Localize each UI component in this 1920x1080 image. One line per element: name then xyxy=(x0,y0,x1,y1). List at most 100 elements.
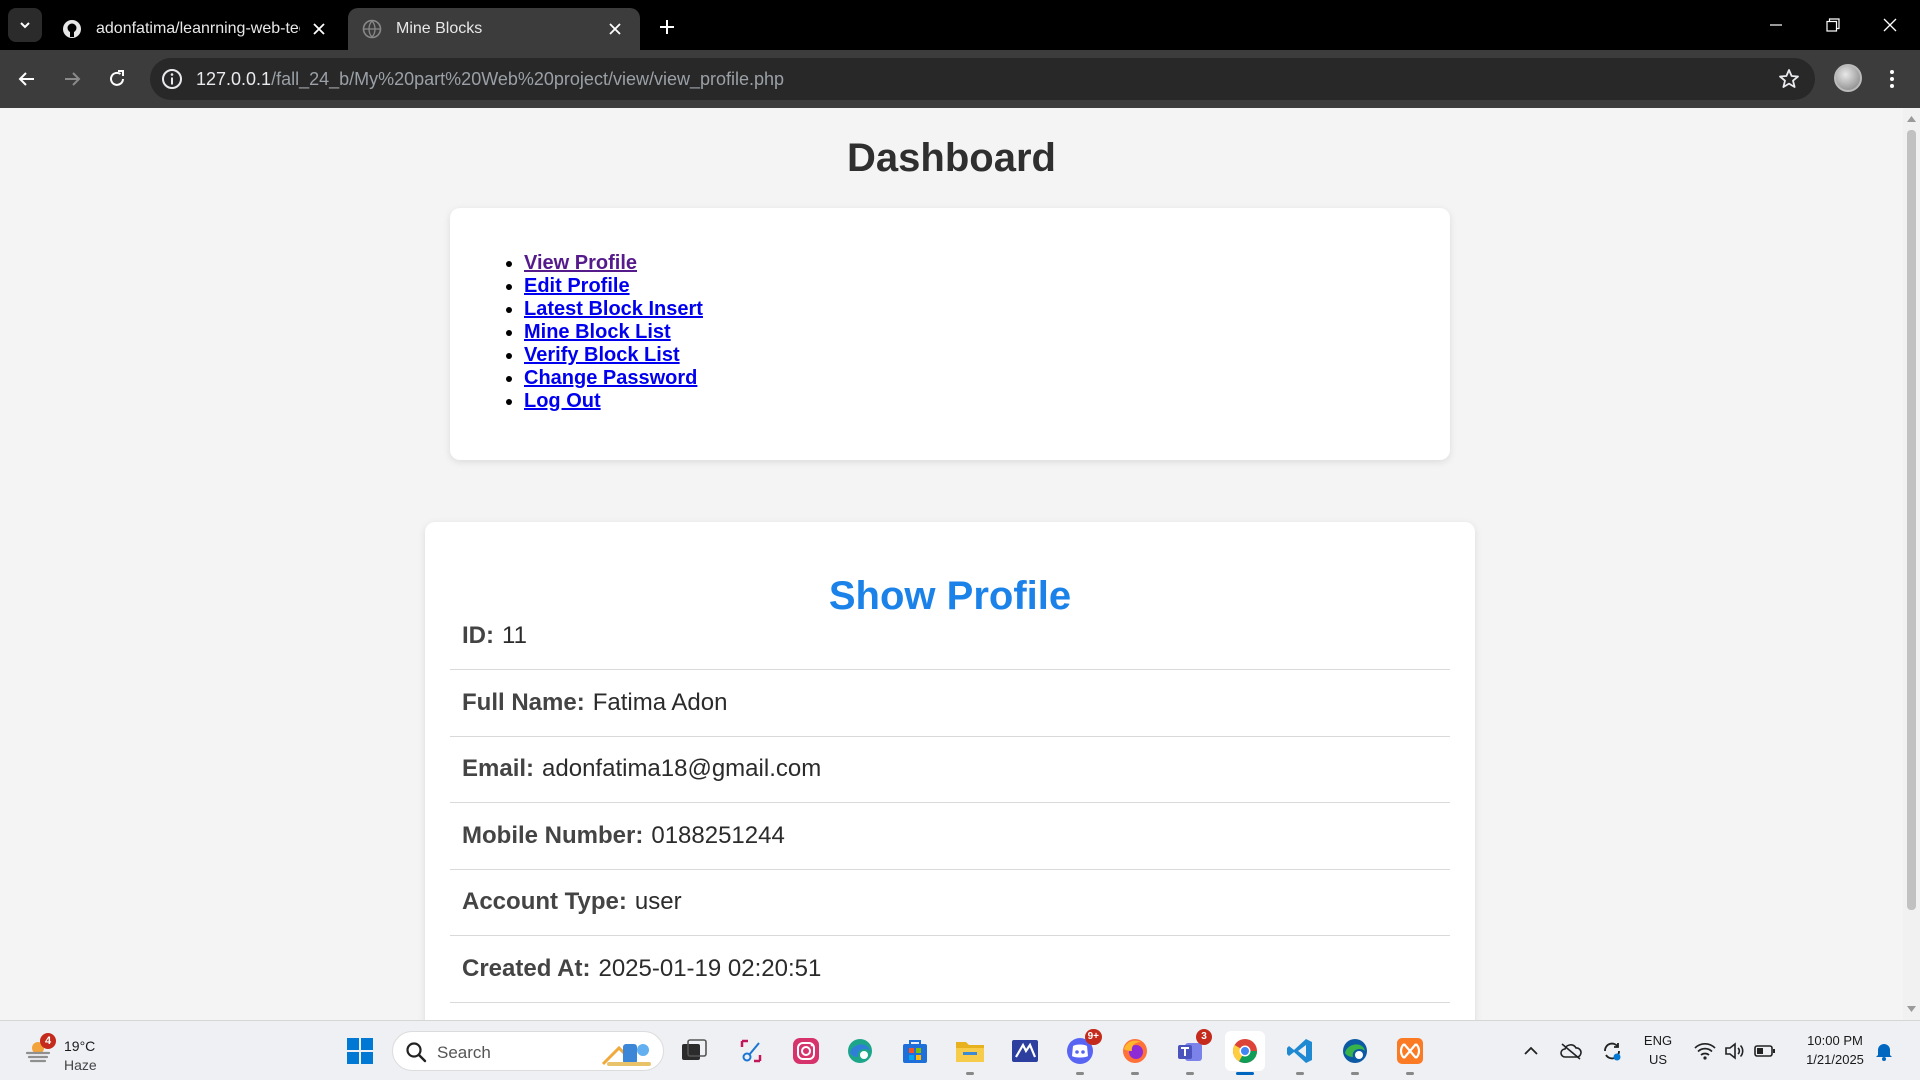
teams-button[interactable]: 3 xyxy=(1170,1029,1212,1075)
nav-item: Edit Profile xyxy=(524,275,703,298)
github-icon xyxy=(63,20,81,38)
reload-button[interactable] xyxy=(100,62,134,96)
profile-row-id: ID: 11 xyxy=(450,603,1450,670)
restore-icon xyxy=(1826,18,1840,32)
field-value: 11 xyxy=(502,622,527,649)
running-indicator xyxy=(1406,1072,1414,1075)
profile-row-full-name: Full Name: Fatima Adon xyxy=(450,670,1450,737)
view-profile-link[interactable]: View Profile xyxy=(524,252,637,274)
wifi-button[interactable] xyxy=(1693,1039,1717,1063)
visual-studio-button[interactable] xyxy=(1005,1031,1045,1071)
new-tab-button[interactable] xyxy=(652,12,682,42)
keyboard-layout: US xyxy=(1648,1052,1668,1067)
minimize-icon xyxy=(1770,24,1782,26)
close-window-button[interactable] xyxy=(1870,8,1910,42)
tab-close-button[interactable] xyxy=(308,18,330,40)
nav-item: Change Password xyxy=(524,367,703,390)
change-password-link[interactable]: Change Password xyxy=(524,367,697,389)
onedrive-button[interactable] xyxy=(1559,1039,1583,1063)
task-view-icon xyxy=(682,1039,707,1060)
chrome-button[interactable] xyxy=(1225,1031,1265,1075)
volume-button[interactable] xyxy=(1723,1039,1747,1063)
nav-item: Log Out xyxy=(524,390,703,413)
clock-date: 1/21/2025 xyxy=(1806,1052,1864,1067)
search-placeholder: Search xyxy=(437,1043,491,1062)
vscode-button[interactable] xyxy=(1280,1031,1320,1075)
xampp-icon xyxy=(1397,1038,1423,1064)
instagram-icon xyxy=(793,1038,819,1064)
windows-taskbar: 4 19°C Haze Search 9+ 3 ENG US 10:00 PM … xyxy=(0,1020,1920,1080)
edge-button[interactable] xyxy=(840,1031,880,1071)
mine-block-list-link[interactable]: Mine Block List xyxy=(524,321,671,343)
taskbar-clock[interactable]: 10:00 PM 1/21/2025 xyxy=(1790,1031,1880,1069)
tab-mine-blocks[interactable]: Mine Blocks xyxy=(348,8,640,50)
browser-menu-button[interactable] xyxy=(1878,64,1906,94)
snipping-tool-button[interactable] xyxy=(731,1031,771,1071)
url-path: /fall_24_b/My%20part%20Web%20project/vie… xyxy=(271,69,785,89)
weather-temp: 19°C xyxy=(64,1038,96,1054)
firefox-button[interactable] xyxy=(1115,1031,1155,1075)
tab-title: Mine Blocks xyxy=(396,20,483,37)
edge-beta-button[interactable] xyxy=(1335,1031,1375,1075)
task-view-button[interactable] xyxy=(674,1031,714,1071)
minimize-button[interactable] xyxy=(1756,8,1796,42)
field-value: Fatima Adon xyxy=(592,689,728,716)
restore-button[interactable] xyxy=(1813,8,1853,42)
show-hidden-icons-button[interactable] xyxy=(1519,1039,1543,1063)
running-indicator xyxy=(1186,1072,1194,1075)
onedrive-offline-icon xyxy=(1560,1043,1582,1060)
log-out-link[interactable]: Log Out xyxy=(524,390,601,412)
address-bar[interactable]: 127.0.0.1/fall_24_b/My%20part%20Web%20pr… xyxy=(150,58,1815,100)
visual-studio-icon xyxy=(1012,1040,1038,1062)
scroll-up-icon[interactable] xyxy=(1906,114,1917,124)
scrollbar-thumb[interactable] xyxy=(1907,130,1916,910)
start-button[interactable] xyxy=(340,1031,380,1071)
tab-github[interactable]: adonfatima/leanrning-web-tech xyxy=(48,8,344,50)
chrome-icon xyxy=(1233,1039,1257,1064)
profile-row-created-at: Created At: 2025-01-19 02:20:51 xyxy=(450,936,1450,1003)
globe-icon xyxy=(362,19,382,39)
tab-search-button[interactable] xyxy=(8,8,42,42)
edit-profile-link[interactable]: Edit Profile xyxy=(524,275,630,297)
reload-icon xyxy=(110,70,124,86)
weather-condition: Haze xyxy=(64,1057,97,1073)
microsoft-store-button[interactable] xyxy=(895,1031,935,1071)
running-indicator xyxy=(1296,1072,1304,1075)
edge-icon xyxy=(848,1039,872,1063)
latest-block-insert-link[interactable]: Latest Block Insert xyxy=(524,298,703,320)
field-value: adonfatima18@gmail.com xyxy=(542,755,822,782)
plus-icon xyxy=(660,20,674,34)
running-indicator xyxy=(1351,1072,1359,1075)
battery-button[interactable] xyxy=(1753,1039,1777,1063)
verify-block-list-link[interactable]: Verify Block List xyxy=(524,344,680,366)
close-icon xyxy=(1883,18,1897,32)
page-title: Dashboard xyxy=(847,136,1056,180)
bookmark-star-icon[interactable] xyxy=(1777,67,1801,91)
volume-icon xyxy=(1725,1042,1744,1060)
site-info-icon[interactable] xyxy=(160,67,184,91)
instagram-button[interactable] xyxy=(786,1031,826,1071)
discord-button[interactable]: 9+ xyxy=(1060,1029,1102,1075)
taskbar-search[interactable]: Search xyxy=(392,1031,664,1071)
profile-avatar[interactable] xyxy=(1834,64,1862,92)
field-label: Created At: xyxy=(462,955,591,982)
field-value: user xyxy=(634,888,682,915)
field-value: 2025-01-19 02:20:51 xyxy=(598,955,822,982)
forward-button[interactable] xyxy=(55,62,89,96)
file-explorer-button[interactable] xyxy=(950,1031,990,1075)
page-scrollbar[interactable] xyxy=(1903,108,1920,1020)
weather-widget[interactable]: 4 19°C Haze xyxy=(20,1029,110,1073)
profile-row-account-type: Account Type: user xyxy=(450,869,1450,936)
back-button[interactable] xyxy=(10,62,44,96)
start-menu-icon xyxy=(347,1038,373,1064)
xampp-button[interactable] xyxy=(1390,1031,1430,1075)
tab-close-button[interactable] xyxy=(604,18,626,40)
profile-row-mobile: Mobile Number: 0188251244 xyxy=(450,803,1450,870)
more-vert-icon xyxy=(1890,70,1894,88)
scroll-down-icon[interactable] xyxy=(1906,1004,1917,1014)
input-language-indicator[interactable]: ENG US xyxy=(1640,1031,1676,1069)
running-indicator xyxy=(1236,1072,1254,1075)
notifications-button[interactable] xyxy=(1872,1039,1896,1063)
profile-row-email: Email: adonfatima18@gmail.com xyxy=(450,736,1450,803)
sync-button[interactable] xyxy=(1600,1039,1624,1063)
